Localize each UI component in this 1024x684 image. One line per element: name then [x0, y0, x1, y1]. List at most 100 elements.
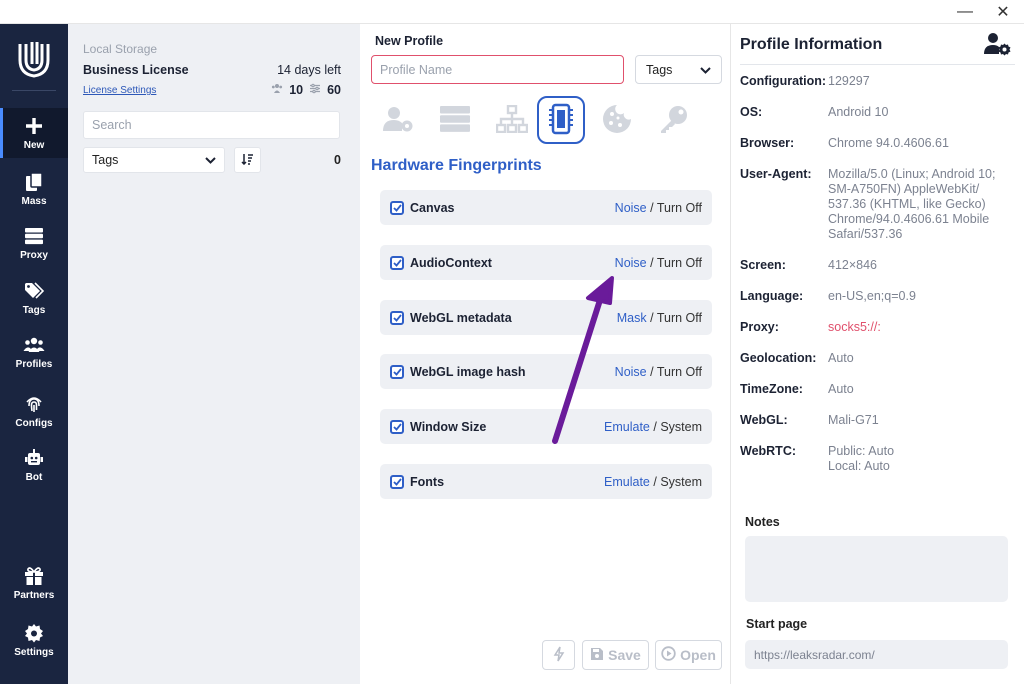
- tab-keys[interactable]: [650, 96, 698, 144]
- checkbox-checked-icon[interactable]: [390, 310, 404, 325]
- license-title: Business License: [83, 63, 189, 77]
- rail-item-profiles[interactable]: Profiles: [0, 327, 68, 377]
- fingerprint-options: Noise / Turn Off: [615, 365, 702, 379]
- sort-button[interactable]: [234, 147, 261, 173]
- gear-icon: [23, 622, 45, 644]
- rail-label: Bot: [25, 472, 43, 483]
- users-icon: [23, 334, 45, 356]
- rail-item-partners[interactable]: Partners: [0, 558, 68, 608]
- info-value-webrtc-local: Local: Auto: [828, 459, 890, 473]
- option-primary[interactable]: Noise: [615, 365, 647, 379]
- rail-label: Settings: [14, 647, 54, 658]
- info-value-proxy: socks5://:: [828, 320, 881, 334]
- fingerprint-label: WebGL metadata: [410, 310, 512, 325]
- chip-icon: [548, 103, 574, 138]
- fingerprint-options: Emulate / System: [604, 475, 702, 489]
- tags-filter-select[interactable]: Tags: [83, 147, 225, 173]
- checkbox-checked-icon[interactable]: [390, 364, 404, 379]
- rail-item-configs[interactable]: Configs: [0, 386, 68, 436]
- option-secondary[interactable]: Turn Off: [657, 311, 702, 325]
- fingerprint-options: Noise / Turn Off: [615, 201, 702, 215]
- option-primary[interactable]: Emulate: [604, 420, 650, 434]
- option-secondary[interactable]: Turn Off: [657, 256, 702, 270]
- server-icon: [439, 105, 471, 136]
- tags-select-label: Tags: [92, 153, 119, 167]
- checkbox-checked-icon[interactable]: [390, 200, 404, 215]
- info-key-webrtc: WebRTC:: [740, 444, 797, 458]
- rail-label: Tags: [22, 305, 46, 316]
- users-count: 10: [289, 83, 304, 97]
- copy-icon: [23, 171, 45, 193]
- tab-network[interactable]: [488, 96, 536, 144]
- close-button[interactable]: ✕: [988, 3, 1018, 21]
- profile-info-title: Profile Information: [740, 36, 883, 53]
- info-key-screen: Screen:: [740, 258, 786, 272]
- plus-icon: [23, 115, 45, 137]
- checkbox-checked-icon[interactable]: [390, 255, 404, 270]
- fingerprint-label: AudioContext: [410, 255, 492, 270]
- checkbox-checked-icon[interactable]: [390, 474, 404, 489]
- fingerprint-label: Fonts: [410, 474, 445, 489]
- fingerprint-row-webgl-image-hash: WebGL image hash Noise / Turn Off: [380, 354, 712, 389]
- rail-item-mass[interactable]: Mass: [0, 164, 68, 214]
- option-primary[interactable]: Mask: [617, 311, 647, 325]
- users-icon: [271, 83, 283, 97]
- save-label: Save: [608, 647, 641, 663]
- rail-item-bot[interactable]: Bot: [0, 440, 68, 490]
- open-button[interactable]: Open: [655, 640, 722, 670]
- option-secondary[interactable]: Turn Off: [657, 201, 702, 215]
- option-primary[interactable]: Noise: [615, 256, 647, 270]
- rail-label: Partners: [13, 590, 55, 601]
- save-button[interactable]: Save: [582, 640, 649, 670]
- rail-item-tags[interactable]: Tags: [0, 273, 68, 323]
- tab-proxy[interactable]: [431, 96, 479, 144]
- title-bar: — ✕: [0, 0, 1024, 24]
- checkbox-checked-icon[interactable]: [390, 419, 404, 434]
- bolt-icon: [553, 646, 565, 665]
- option-secondary[interactable]: Turn Off: [657, 365, 702, 379]
- tab-cookies[interactable]: [593, 96, 641, 144]
- minimize-button[interactable]: —: [950, 3, 980, 21]
- profile-tags-select[interactable]: Tags: [635, 55, 722, 84]
- robot-icon: [23, 447, 45, 469]
- start-page-input[interactable]: [745, 640, 1008, 669]
- option-secondary[interactable]: System: [660, 420, 702, 434]
- chevron-down-icon: [205, 153, 216, 167]
- section-title: Hardware Fingerprints: [371, 157, 542, 174]
- search-input[interactable]: [83, 111, 340, 139]
- tag-icon: [23, 280, 45, 302]
- fingerprint-options: Mask / Turn Off: [617, 311, 702, 325]
- option-primary[interactable]: Emulate: [604, 475, 650, 489]
- profile-name-input[interactable]: [371, 55, 624, 84]
- tab-hardware[interactable]: [537, 96, 585, 144]
- info-key-os: OS:: [740, 105, 763, 119]
- rail-label: Proxy: [20, 250, 48, 261]
- info-value-language: en-US,en;q=0.9: [828, 289, 916, 303]
- open-label: Open: [680, 647, 716, 663]
- info-key-language: Language:: [740, 289, 804, 303]
- network-icon: [495, 104, 529, 136]
- user-settings-button[interactable]: [983, 32, 1013, 58]
- rail-item-settings[interactable]: Settings: [0, 615, 68, 665]
- fingerprint-label: Canvas: [410, 200, 455, 215]
- option-separator: /: [646, 200, 657, 215]
- info-value-browser: Chrome 94.0.4606.61: [828, 136, 949, 150]
- info-key-browser: Browser:: [740, 136, 795, 150]
- license-settings-link[interactable]: License Settings: [83, 85, 156, 96]
- rail-item-proxy[interactable]: Proxy: [0, 218, 68, 268]
- info-key-timezone: TimeZone:: [740, 382, 803, 396]
- quick-action-button[interactable]: [542, 640, 575, 670]
- fingerprint-options: Noise / Turn Off: [615, 256, 702, 270]
- fingerprint-options: Emulate / System: [604, 420, 702, 434]
- notes-textarea[interactable]: [745, 536, 1008, 602]
- fingerprint-row-canvas: Canvas Noise / Turn Off: [380, 190, 712, 225]
- info-value-timezone: Auto: [828, 382, 854, 396]
- rail-label: Configs: [15, 418, 53, 429]
- rail-label: Mass: [21, 196, 47, 207]
- rail-item-new[interactable]: New: [0, 108, 68, 158]
- option-secondary[interactable]: System: [660, 475, 702, 489]
- tab-general[interactable]: [374, 96, 422, 144]
- user-gear-icon: [382, 105, 414, 136]
- option-primary[interactable]: Noise: [615, 201, 647, 215]
- profile-info-panel: Profile Information Configuration: 12929…: [731, 24, 1024, 684]
